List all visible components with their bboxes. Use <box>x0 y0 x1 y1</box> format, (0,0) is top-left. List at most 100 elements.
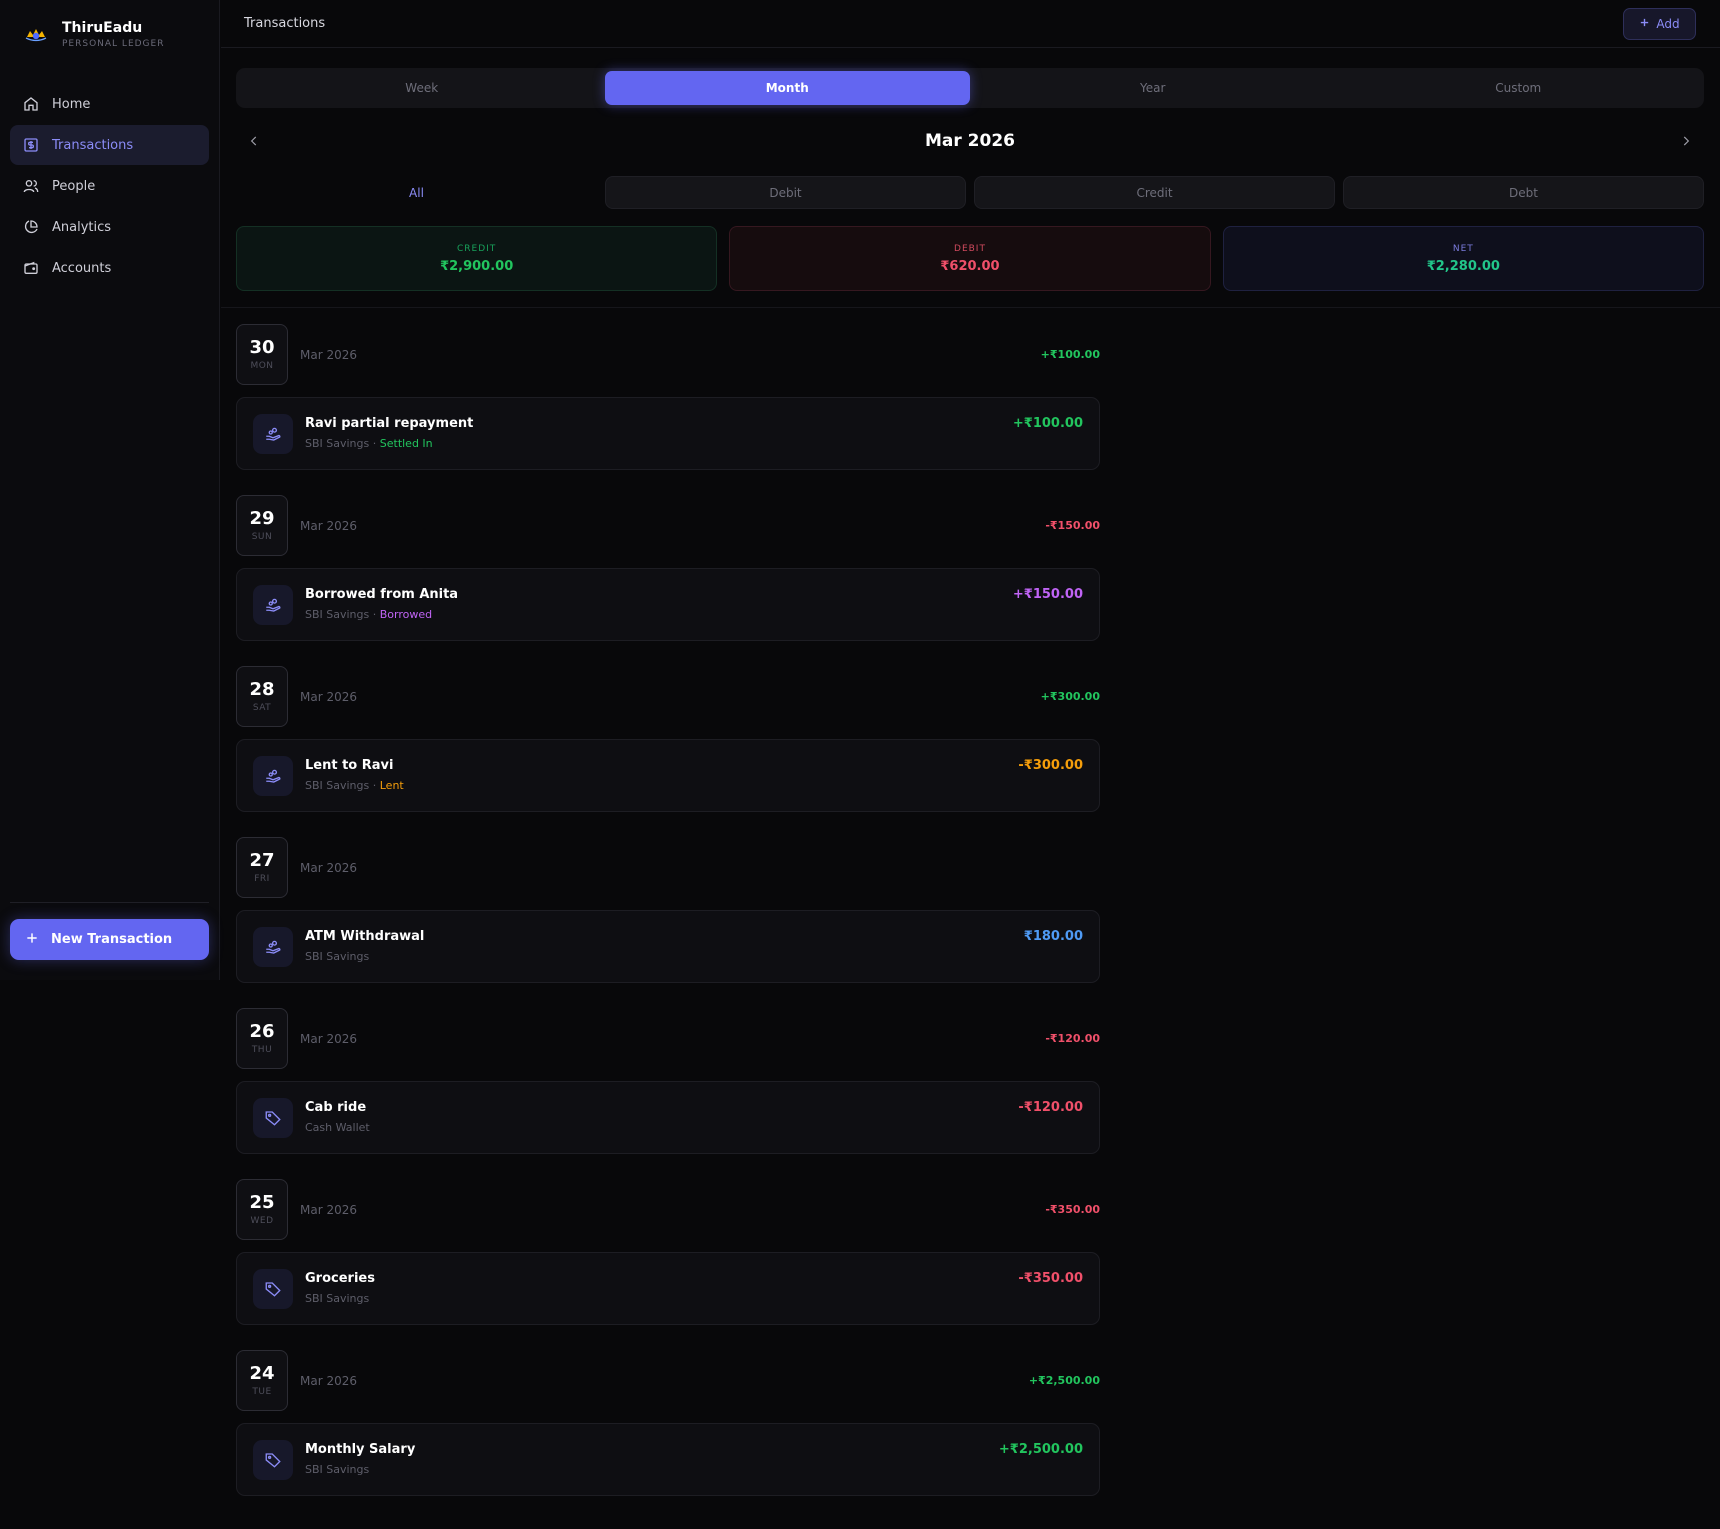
date-day: 30 <box>249 337 275 358</box>
date-day: 24 <box>249 1363 275 1384</box>
transaction-card[interactable]: Borrowed from Anita SBI Savings · Borrow… <box>236 568 1100 641</box>
transaction-card[interactable]: Cab ride Cash Wallet -₹120.00 <box>236 1081 1100 1154</box>
date-weekday: FRI <box>254 874 270 884</box>
filter-debt[interactable]: Debt <box>1343 176 1704 209</box>
date-day: 25 <box>249 1192 275 1213</box>
sidebar-divider <box>10 902 209 903</box>
tab-year[interactable]: Year <box>970 71 1336 105</box>
transaction-amount: +₹150.00 <box>1012 587 1083 602</box>
transaction-account: SBI Savings <box>305 608 370 621</box>
wallet-icon <box>22 259 40 277</box>
transaction-meta: SBI Savings · Lent <box>305 779 404 792</box>
next-month-button[interactable] <box>1674 130 1698 154</box>
credit-summary-card: CREDIT ₹2,900.00 <box>236 226 718 291</box>
date-day: 27 <box>249 850 275 871</box>
day-month: Mar 2026 <box>300 519 357 533</box>
page-title: Transactions <box>244 16 326 31</box>
transaction-account: SBI Savings <box>305 779 370 792</box>
transaction-account: SBI Savings <box>305 950 370 963</box>
day-month: Mar 2026 <box>300 1032 357 1046</box>
tab-custom[interactable]: Custom <box>1336 71 1702 105</box>
meta-separator: · <box>369 779 380 792</box>
day-total: +₹2,500.00 <box>1028 1374 1100 1387</box>
day-group: 26 THU Mar 2026 -₹120.00 Cab ride Cash W… <box>236 1008 1100 1179</box>
date-day: 29 <box>249 508 275 529</box>
day-group: 30 MON Mar 2026 +₹100.00 Ravi partial re… <box>236 324 1100 495</box>
tab-month[interactable]: Month <box>604 71 970 105</box>
date-weekday: MON <box>250 361 274 371</box>
sidebar-item-label: Accounts <box>52 260 112 276</box>
date-badge: 26 THU <box>236 1008 288 1069</box>
transaction-account: SBI Savings <box>305 1463 370 1476</box>
add-button[interactable]: Add <box>1623 8 1696 40</box>
transaction-meta: SBI Savings <box>305 950 369 963</box>
transaction-card[interactable]: Monthly Salary SBI Savings +₹2,500.00 <box>236 1423 1100 1496</box>
transaction-title: Groceries <box>305 1271 375 1286</box>
hand-coins-icon <box>253 585 293 625</box>
date-badge: 25 WED <box>236 1179 288 1240</box>
current-month-label: Mar 2026 <box>924 131 1015 151</box>
net-label: NET <box>1452 243 1474 254</box>
transaction-card[interactable]: Groceries SBI Savings -₹350.00 <box>236 1252 1100 1325</box>
date-badge: 28 SAT <box>236 666 288 727</box>
credit-value: ₹2,900.00 <box>440 258 514 274</box>
brand[interactable]: ThiruEadu PERSONAL LEDGER <box>22 20 164 49</box>
transaction-amount: -₹350.00 <box>1018 1271 1083 1286</box>
transaction-tag: Lent <box>379 779 404 792</box>
day-month: Mar 2026 <box>300 861 357 875</box>
filter-all[interactable]: All <box>236 176 597 209</box>
brand-subtitle: PERSONAL LEDGER <box>62 39 165 49</box>
credit-label: CREDIT <box>457 243 497 254</box>
day-group: 24 TUE Mar 2026 +₹2,500.00 Monthly Salar… <box>236 1350 1100 1521</box>
day-total: -₹150.00 <box>1045 519 1100 532</box>
date-badge: 29 SUN <box>236 495 288 556</box>
sidebar-nav: Home Transactions People Analytics Accou… <box>10 84 209 289</box>
date-day: 28 <box>249 679 275 700</box>
filter-credit[interactable]: Credit <box>974 176 1335 209</box>
meta-separator: · <box>369 437 380 450</box>
day-total: -₹350.00 <box>1045 1203 1100 1216</box>
transaction-card[interactable]: ATM Withdrawal SBI Savings ₹180.00 <box>236 910 1100 983</box>
date-weekday: SAT <box>252 703 272 713</box>
type-filter-tabs: All Debit Credit Debt <box>236 176 1704 209</box>
day-group: 29 SUN Mar 2026 -₹150.00 Borrowed from A… <box>236 495 1100 666</box>
hand-coins-icon <box>253 927 293 967</box>
logo-icon <box>22 21 50 49</box>
hand-coins-icon <box>253 756 293 796</box>
filter-debit[interactable]: Debit <box>605 176 966 209</box>
sidebar-item-accounts[interactable]: Accounts <box>10 248 209 288</box>
transaction-title: Cab ride <box>305 1100 367 1115</box>
sidebar-item-label: Home <box>52 96 91 112</box>
sidebar-item-transactions[interactable]: Transactions <box>10 125 209 165</box>
brand-name: ThiruEadu <box>62 20 143 36</box>
sidebar-item-people[interactable]: People <box>10 166 209 206</box>
new-transaction-label: New Transaction <box>51 932 173 947</box>
plus-icon <box>25 931 39 949</box>
day-total: +₹300.00 <box>1040 690 1100 703</box>
sidebar-item-analytics[interactable]: Analytics <box>10 207 209 247</box>
day-group: 27 FRI Mar 2026 ATM Withdrawal SBI Savin… <box>236 837 1100 1008</box>
transaction-card[interactable]: Ravi partial repayment SBI Savings · Set… <box>236 397 1100 470</box>
date-badge: 24 TUE <box>236 1350 288 1411</box>
tag-icon <box>253 1440 293 1480</box>
month-navigator: Mar 2026 <box>236 126 1704 158</box>
transaction-card[interactable]: Lent to Ravi SBI Savings · Lent -₹300.00 <box>236 739 1100 812</box>
transaction-meta: SBI Savings · Settled In <box>305 437 433 450</box>
date-day: 26 <box>249 1021 275 1042</box>
add-button-label: Add <box>1656 17 1680 31</box>
transaction-title: Ravi partial repayment <box>305 416 474 431</box>
day-total: +₹100.00 <box>1040 348 1100 361</box>
new-transaction-button[interactable]: New Transaction <box>10 919 209 960</box>
date-badge: 30 MON <box>236 324 288 385</box>
tab-week[interactable]: Week <box>239 71 605 105</box>
transaction-title: ATM Withdrawal <box>305 929 425 944</box>
sidebar-item-home[interactable]: Home <box>10 84 209 124</box>
hand-coins-icon <box>253 414 293 454</box>
day-month: Mar 2026 <box>300 348 357 362</box>
plus-icon <box>1639 17 1650 31</box>
transaction-amount: -₹300.00 <box>1018 758 1083 773</box>
transaction-meta: SBI Savings · Borrowed <box>305 608 432 621</box>
transaction-account: SBI Savings <box>305 1292 370 1305</box>
transaction-amount: +₹100.00 <box>1012 416 1083 431</box>
transaction-amount: +₹2,500.00 <box>998 1442 1083 1457</box>
